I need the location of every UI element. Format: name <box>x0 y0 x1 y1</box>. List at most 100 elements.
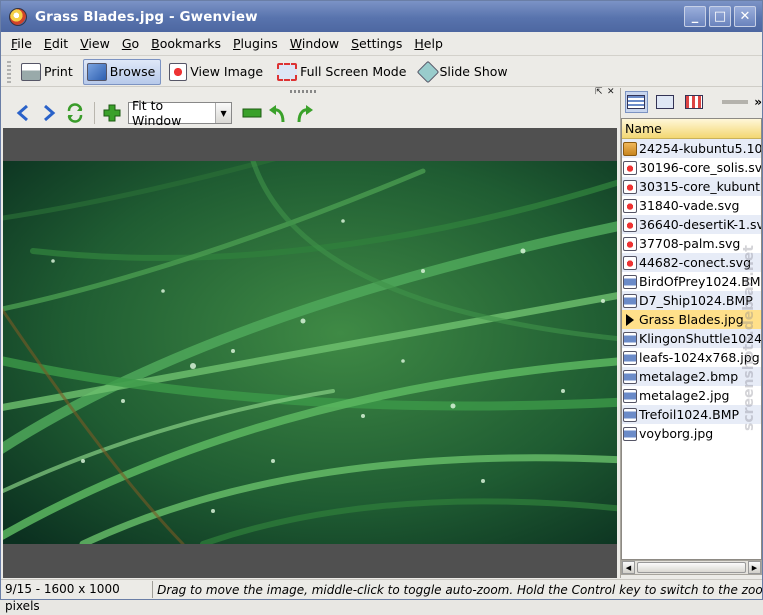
list-view-icon <box>627 95 646 109</box>
chevron-down-icon[interactable]: ▼ <box>215 103 231 123</box>
gwenview-app-icon[interactable] <box>9 7 27 26</box>
reload-icon <box>67 103 83 123</box>
menu-settings[interactable]: Settings <box>345 36 408 51</box>
browse-icon <box>86 62 107 81</box>
zoom-select[interactable]: Fit to Window ▼ <box>128 98 232 128</box>
toolbar-grip[interactable] <box>7 60 11 83</box>
toolbar-separator <box>94 102 95 124</box>
view-image-icon <box>169 62 188 81</box>
bmp-file-icon <box>623 293 637 308</box>
forward-arrow-icon <box>44 104 56 122</box>
bmp-file-icon <box>623 407 637 422</box>
menu-view[interactable]: View <box>74 36 116 51</box>
float-pane-icon[interactable]: ⇱ <box>595 87 603 97</box>
file-name: metalage2.jpg <box>639 388 730 403</box>
detail-view-icon <box>685 95 704 109</box>
menu-bar: File Edit View Go Bookmarks Plugins Window Sett… <box>1 32 762 56</box>
plus-icon <box>103 104 121 122</box>
maximize-icon: □ <box>713 9 727 24</box>
file-name: metalage2.bmp <box>639 369 739 384</box>
view-image-button[interactable]: View Image <box>165 59 269 85</box>
close-pane-icon[interactable]: ✕ <box>607 87 615 97</box>
menu-file[interactable]: File <box>5 36 38 51</box>
print-button[interactable]: Print <box>17 59 79 85</box>
file-name: Trefoil1024.BMP <box>639 407 740 422</box>
minimize-button[interactable]: _ <box>684 6 706 27</box>
file-name: 31840-vade.svg <box>639 198 740 213</box>
reload-button[interactable] <box>63 101 87 125</box>
rotate-right-button[interactable] <box>292 101 316 125</box>
zoom-out-button[interactable] <box>240 101 264 125</box>
more-tools-icon[interactable]: » <box>754 95 762 109</box>
thumbnail-view-icon <box>656 95 675 109</box>
menu-edit[interactable]: Edit <box>38 36 74 51</box>
close-button[interactable]: ✕ <box>734 6 756 27</box>
file-name: 30196-core_solis.svg <box>639 160 762 175</box>
bmp-file-icon <box>623 331 637 346</box>
status-bar: 9/15 - 1600 x 1000 pixels Drag to move t… <box>1 579 762 613</box>
scroll-left-icon[interactable]: ◀ <box>622 561 635 574</box>
jpg-file-icon <box>623 388 637 403</box>
minus-icon <box>242 108 262 118</box>
next-button[interactable] <box>37 101 61 125</box>
scrollbar-thumb[interactable] <box>637 562 746 573</box>
pane-drag-handle[interactable] <box>290 90 316 93</box>
jpg-file-icon <box>623 350 637 365</box>
file-name: voyborg.jpg <box>639 426 714 441</box>
window-title: Grass Blades.jpg - Gwenview <box>35 8 258 25</box>
back-arrow-icon <box>16 104 28 122</box>
slide-show-label: Slide Show <box>439 64 508 79</box>
file-list-item[interactable]: 24254-kubuntu5.10-lin <box>622 139 761 158</box>
menu-go[interactable]: Go <box>116 36 145 51</box>
name-column-header[interactable]: Name <box>622 119 761 139</box>
title-bar[interactable]: Grass Blades.jpg - Gwenview _ □ ✕ <box>1 1 762 32</box>
grass-blades-photo[interactable] <box>3 161 617 544</box>
menu-plugins[interactable]: Plugins <box>227 36 284 51</box>
bmp-file-icon <box>623 369 637 384</box>
svg-file-icon <box>623 236 637 251</box>
rotate-left-button[interactable] <box>266 101 290 125</box>
scroll-right-icon[interactable]: ▶ <box>748 561 761 574</box>
browse-button[interactable]: Browse <box>82 58 162 85</box>
svg-file-icon <box>623 179 637 194</box>
rotate-right-icon <box>297 105 313 123</box>
slide-show-button[interactable]: Slide Show <box>416 59 513 85</box>
main-toolbar: Print Browse View Image Full Screen Mode… <box>1 57 762 87</box>
image-canvas[interactable] <box>3 128 617 578</box>
gwenview-window: Grass Blades.jpg - Gwenview _ □ ✕ File Ed… <box>0 0 763 613</box>
svg-file-icon <box>623 217 637 232</box>
svg-file-icon <box>623 198 637 213</box>
fullscreen-icon <box>277 62 298 81</box>
printer-icon <box>21 62 41 81</box>
thumbnail-size-slider[interactable] <box>721 100 749 104</box>
file-name: 24254-kubuntu5.10-lin <box>639 141 762 156</box>
jpg-file-icon <box>623 426 637 441</box>
image-toolbar: Fit to Window ▼ <box>3 98 617 128</box>
browser-toolbar: » <box>621 88 762 116</box>
list-view-button[interactable] <box>625 91 648 113</box>
file-name: Grass Blades.jpg <box>639 312 744 327</box>
bmp-file-icon <box>623 274 637 289</box>
menu-bookmarks[interactable]: Bookmarks <box>145 36 227 51</box>
svg-file-icon <box>623 160 637 175</box>
thumbnail-view-button[interactable] <box>654 91 677 113</box>
menu-help[interactable]: Help <box>408 36 449 51</box>
view-image-label: View Image <box>190 64 264 79</box>
menu-window[interactable]: Window <box>284 36 345 51</box>
full-screen-label: Full Screen Mode <box>300 64 407 79</box>
watermark: screenshots.debian.net <box>741 245 757 431</box>
zoom-select-value: Fit to Window <box>132 98 182 128</box>
image-view-pane: ⇱ ✕ Fit to Window ▼ <box>3 87 617 578</box>
browse-label: Browse <box>109 64 156 79</box>
horizontal-scrollbar[interactable]: ◀ ▶ <box>621 560 762 575</box>
status-hint: Drag to move the image, middle-click to … <box>157 582 762 597</box>
zoom-in-button[interactable] <box>100 101 124 125</box>
file-name: D7_Ship1024.BMP <box>639 293 753 308</box>
file-list-item[interactable]: 30196-core_solis.svg <box>622 158 761 177</box>
detail-view-button[interactable] <box>683 91 706 113</box>
svg-file-icon <box>623 255 637 270</box>
minimize-icon: _ <box>691 9 699 24</box>
previous-button[interactable] <box>11 101 35 125</box>
maximize-button[interactable]: □ <box>709 6 731 27</box>
full-screen-button[interactable]: Full Screen Mode <box>273 59 412 85</box>
